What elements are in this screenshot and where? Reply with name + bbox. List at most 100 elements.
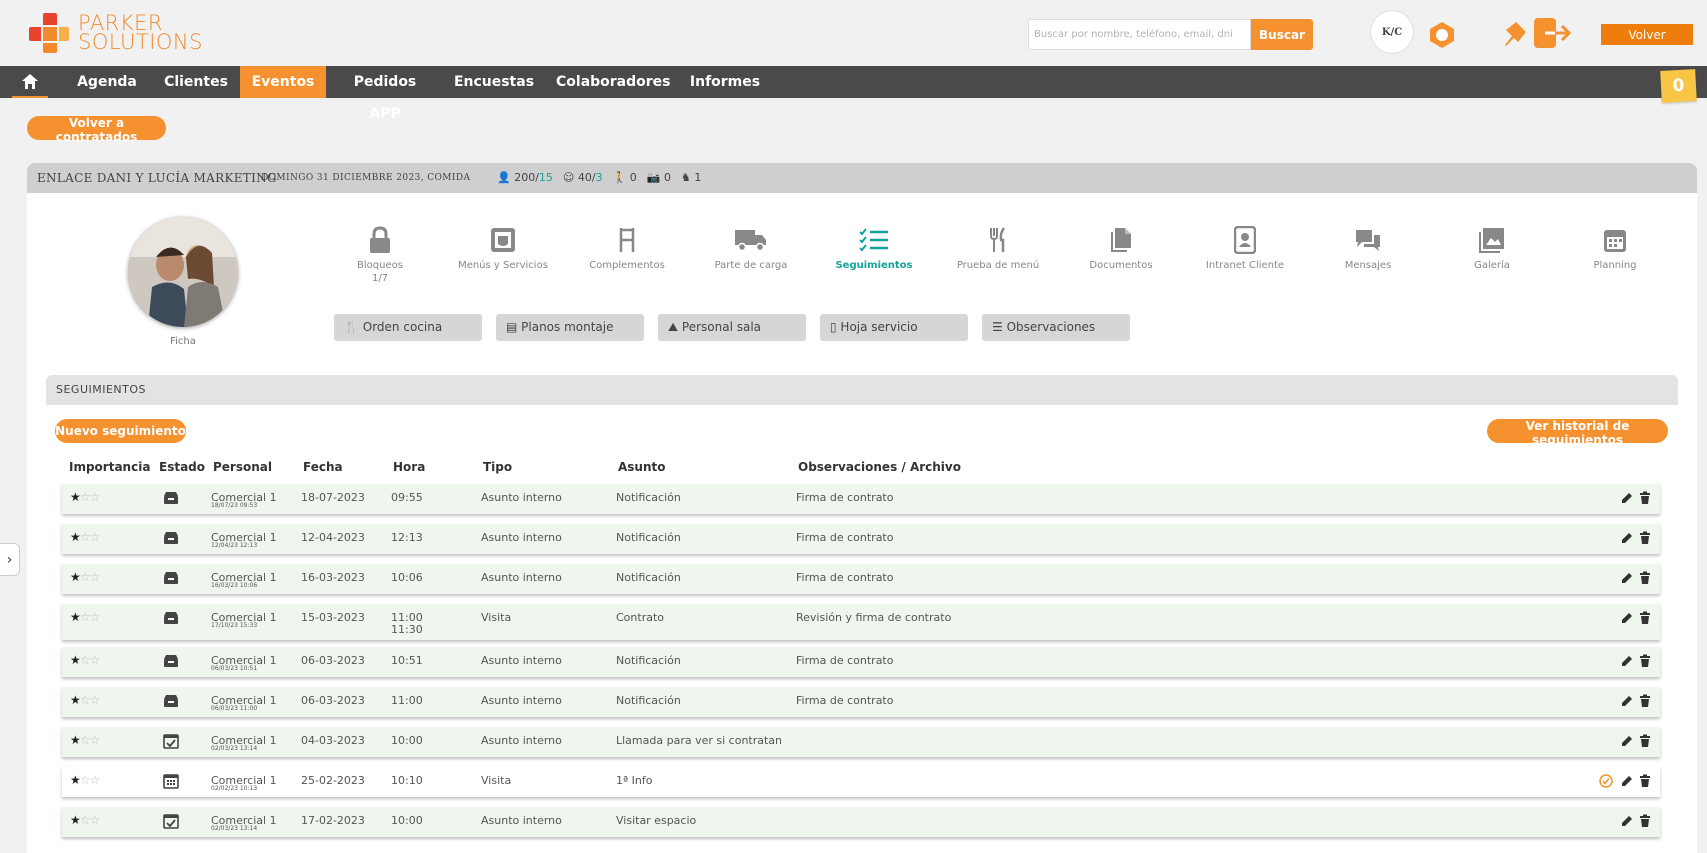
trash-icon[interactable] [1638,814,1652,828]
col-personal[interactable]: Personal [213,460,272,474]
tool-parte-carga[interactable]: Parte de carga [696,225,806,271]
followup-history-button[interactable]: Ver historial de seguimientos [1487,419,1668,447]
star-filled-icon[interactable]: ★ [70,530,81,544]
orden-cocina-button[interactable]: 🍴 Orden cocina [334,314,482,341]
archive-icon[interactable] [163,530,179,546]
table-row[interactable]: ★☆☆ Comercial 1 06/03/23 10:51 06-03-2023 10… [62,647,1660,677]
edit-pencil-icon[interactable] [1620,694,1634,708]
col-observaciones[interactable]: Observaciones / Archivo [798,460,961,474]
star-empty-icon[interactable]: ☆ [80,530,91,544]
archive-icon[interactable] [163,490,179,506]
tool-galeria[interactable]: Galería [1437,225,1547,271]
trash-icon[interactable] [1638,611,1652,625]
table-row[interactable]: ★☆☆ Comercial 1 02/03/23 13:14 17-02-2023 10… [62,807,1660,837]
table-row[interactable]: ★☆☆ Comercial 1 16/03/23 10:06 16-03-2023 10… [62,564,1660,594]
trash-icon[interactable] [1638,734,1652,748]
nav-agenda[interactable]: Agenda [70,66,144,98]
importance-stars[interactable]: ★☆☆ [70,773,101,787]
tool-planning[interactable]: Planning [1560,225,1670,271]
star-empty-icon[interactable]: ☆ [80,813,91,827]
importance-stars[interactable]: ★☆☆ [70,610,100,624]
star-filled-icon[interactable]: ★ [70,773,81,787]
star-empty-icon[interactable]: ☆ [80,733,91,747]
importance-stars[interactable]: ★☆☆ [70,693,101,707]
new-followup-button[interactable]: Nuevo seguimiento [55,419,186,443]
star-empty-icon[interactable]: ☆ [80,490,91,504]
archive-icon[interactable] [163,653,179,669]
trash-icon[interactable] [1638,694,1652,708]
col-fecha[interactable]: Fecha [303,460,343,474]
tool-documentos[interactable]: Documentos [1066,225,1176,271]
observaciones-button[interactable]: ☰ Observaciones [982,314,1130,341]
importance-stars[interactable]: ★☆☆ [70,490,101,504]
tool-complementos[interactable]: Complementos [572,225,682,271]
importance-stars[interactable]: ★☆☆ [70,653,100,667]
star-filled-icon[interactable]: ★ [70,653,81,667]
trash-icon[interactable] [1638,774,1652,788]
importance-stars[interactable]: ★☆☆ [70,570,100,584]
star-empty-icon[interactable]: ☆ [90,773,101,787]
nav-colaboradores[interactable]: Colaboradores [556,66,671,98]
edit-pencil-icon[interactable] [1620,531,1634,545]
star-filled-icon[interactable]: ★ [70,570,81,584]
col-importancia[interactable]: Importancia [69,460,150,474]
star-empty-icon[interactable]: ☆ [90,693,101,707]
tool-intranet-cliente[interactable]: Intranet Cliente [1190,225,1300,271]
brand-logo[interactable]: PARKER SOLUTIONS [27,11,207,55]
importance-stars[interactable]: ★☆☆ [70,733,101,747]
table-row[interactable]: ★☆☆ Comercial 1 02/03/23 13:14 04-03-2023 10… [62,727,1660,757]
col-hora[interactable]: Hora [393,460,425,474]
table-row[interactable]: ★☆☆ Comercial 1 17/10/23 15:33 15-03-2023 11… [62,604,1660,640]
edit-pencil-icon[interactable] [1620,774,1634,788]
col-asunto[interactable]: Asunto [618,460,666,474]
star-empty-icon[interactable]: ☆ [80,693,91,707]
star-filled-icon[interactable]: ★ [70,813,81,827]
hoja-servicio-button[interactable]: ▯ Hoja servicio [820,314,968,341]
personal-sala-button[interactable]: ⛰ Personal sala [658,314,806,341]
table-row[interactable]: ★☆☆ Comercial 1 18/07/23 09:53 18-07-2023 09… [62,484,1660,514]
trash-icon[interactable] [1638,531,1652,545]
edit-pencil-icon[interactable] [1620,654,1634,668]
table-row[interactable]: ★☆☆ Comercial 1 02/02/23 10:13 25-02-2023 10… [62,767,1660,797]
edit-pencil-icon[interactable] [1620,611,1634,625]
tool-prueba-menu[interactable]: Prueba de menú [943,225,1053,271]
back-to-contracted-button[interactable]: Volver a contratados [27,116,166,144]
edit-pencil-icon[interactable] [1620,734,1634,748]
logout-icon[interactable] [1533,17,1573,49]
nav-clientes[interactable]: Clientes [154,66,238,98]
col-estado[interactable]: Estado [159,460,205,474]
star-empty-icon[interactable]: ☆ [90,530,101,544]
search-button[interactable]: Buscar [1251,19,1313,50]
nav-encuestas[interactable]: Encuestas [452,66,536,98]
tool-bloqueos[interactable]: Bloqueos 1/7 [325,225,435,284]
tool-mensajes[interactable]: Mensajes [1313,225,1423,271]
trash-icon[interactable] [1638,654,1652,668]
side-expand-toggle[interactable]: › [0,543,20,576]
nav-eventos[interactable]: Eventos [240,66,326,98]
table-row[interactable]: ★☆☆ Comercial 1 12/04/23 12:13 12-04-2023 12… [62,524,1660,554]
edit-pencil-icon[interactable] [1620,814,1634,828]
star-empty-icon[interactable]: ☆ [80,570,91,584]
col-tipo[interactable]: Tipo [483,460,512,474]
check-circle-icon[interactable] [1599,774,1613,788]
calendar-check-icon[interactable] [163,733,179,749]
star-empty-icon[interactable]: ☆ [90,733,101,747]
hexagon-icon[interactable] [1427,20,1457,50]
cart-badge[interactable]: 0 [1660,69,1697,103]
importance-stars[interactable]: ★☆☆ [70,530,101,544]
archive-icon[interactable] [163,610,179,626]
table-row[interactable]: ★☆☆ Comercial 1 06/03/23 11:00 06-03-2023 11… [62,687,1660,717]
star-empty-icon[interactable]: ☆ [90,813,101,827]
star-empty-icon[interactable]: ☆ [90,490,101,504]
nav-informes[interactable]: Informes [688,66,762,98]
search-input[interactable] [1028,19,1251,50]
calendar-check-icon[interactable] [163,813,179,829]
volver-button[interactable]: Volver [1601,24,1693,45]
star-filled-icon[interactable]: ★ [70,693,81,707]
nav-pedidos-app[interactable]: Pedidos APP [336,66,434,122]
archive-icon[interactable] [163,570,179,586]
importance-stars[interactable]: ★☆☆ [70,813,101,827]
event-profile-photo[interactable] [128,217,238,327]
star-empty-icon[interactable]: ☆ [80,773,91,787]
nav-home[interactable] [12,66,48,98]
